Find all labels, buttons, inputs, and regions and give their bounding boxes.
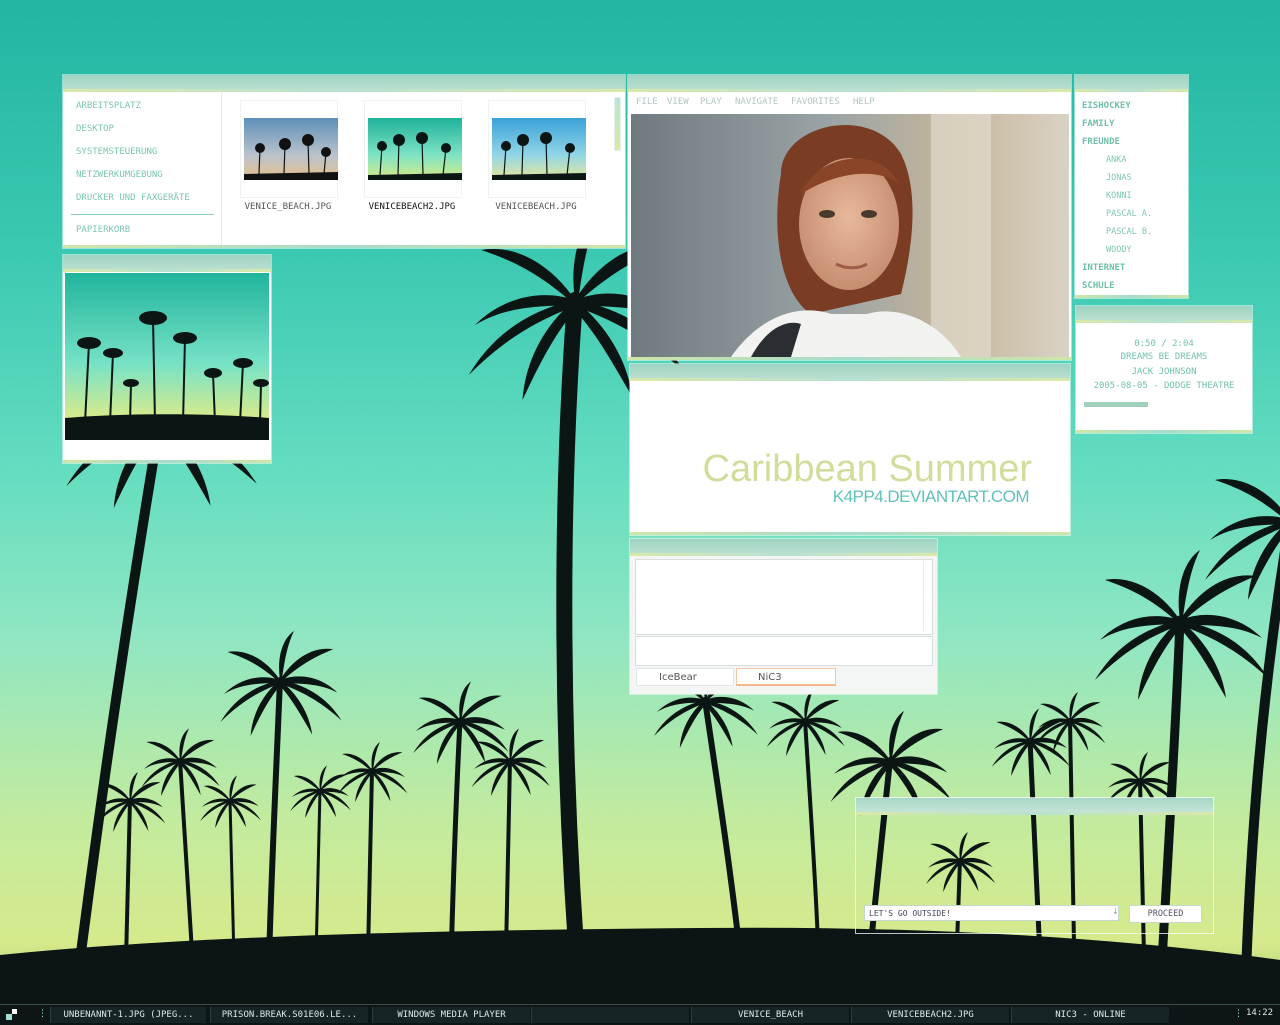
file-thumbnail-venicebeach[interactable] — [488, 100, 586, 198]
explorer-scrollbar[interactable] — [614, 97, 621, 151]
task-empty[interactable] — [531, 1007, 689, 1023]
explorer-titlebar[interactable] — [63, 75, 625, 92]
now-playing-progress-track[interactable] — [1084, 402, 1244, 407]
image-preview-titlebar[interactable] — [63, 255, 271, 272]
favorites-window: EISHOCKEY FAMILY FREUNDE ANKA JONAS KONN… — [1075, 75, 1188, 298]
taskbar-separator-icon: ⋮ — [38, 1009, 47, 1019]
menu-favorites[interactable]: FAVORITES — [791, 97, 840, 107]
tray-separator-icon: ⋮ — [1234, 1009, 1243, 1019]
file-label-venice-beach[interactable]: VENICE_BEACH.JPG — [228, 202, 348, 212]
fav-item-pascal-b[interactable]: PASCAL B. — [1106, 227, 1152, 237]
fav-item-jonas[interactable]: JONAS — [1106, 173, 1132, 183]
task-windows-media-player[interactable]: WINDOWS MEDIA PLAYER — [372, 1007, 530, 1023]
nav-item-systemsteuerung[interactable]: SYSTEMSTEUERUNG — [76, 147, 157, 157]
nav-item-drucker[interactable]: DRUCKER UND FAXGERÄTE — [76, 193, 190, 203]
chat-tab-icebear[interactable]: IceBear — [636, 668, 734, 686]
taskbar: ⋮ UNBENANNT-1.JPG (JPEG... PRISON.BREAK.… — [0, 1004, 1280, 1025]
menu-navigate[interactable]: NAVIGATE — [735, 97, 778, 107]
now-playing-venue: 2005-08-05 - DODGE THEATRE — [1093, 381, 1235, 391]
file-thumbnail-venicebeach2[interactable] — [364, 100, 462, 198]
thumbnail-image — [368, 118, 462, 180]
now-playing-artist: JACK JOHNSON — [1131, 367, 1197, 377]
chat-history-scrollbar[interactable] — [923, 562, 930, 630]
nav-item-netzwerkumgebung[interactable]: NETZWERKUMGEBUNG — [76, 170, 163, 180]
file-label-venicebeach2[interactable]: VENICEBEACH2.JPG — [352, 202, 472, 212]
run-widget-titlebar[interactable] — [856, 798, 1213, 815]
video-frame[interactable] — [631, 114, 1069, 357]
banner-title: Caribbean Summer — [702, 448, 1032, 490]
now-playing-titlebar[interactable] — [1076, 306, 1252, 323]
task-unbenannt[interactable]: UNBENANNT-1.JPG (JPEG... — [50, 1007, 206, 1023]
fav-item-woody[interactable]: WOODY — [1106, 245, 1132, 255]
fav-group-freunde[interactable]: FREUNDE — [1082, 137, 1120, 147]
explorer-nav-pane: ARBEITSPLATZ DESKTOP SYSTEMSTEUERUNG NET… — [63, 92, 222, 245]
chat-titlebar[interactable] — [630, 539, 937, 556]
thumbnail-image — [244, 118, 338, 180]
explorer-window: ARBEITSPLATZ DESKTOP SYSTEMSTEUERUNG NET… — [63, 75, 625, 248]
fav-group-eishockey[interactable]: EISHOCKEY — [1082, 101, 1131, 111]
file-thumbnail-venice-beach[interactable] — [240, 100, 338, 198]
fav-group-schule[interactable]: SCHULE — [1082, 281, 1115, 291]
task-nic3-online[interactable]: NIC3 - ONLINE — [1011, 1007, 1169, 1023]
fav-item-pascal-a[interactable]: PASCAL A. — [1106, 209, 1152, 219]
run-input[interactable]: LET'S GO OUTSIDE! — [864, 905, 1119, 921]
menu-play[interactable]: PLAY — [700, 97, 722, 107]
image-preview-window — [63, 255, 271, 463]
task-venice-beach[interactable]: VENICE_BEACH — [691, 1007, 849, 1023]
image-preview-picture — [65, 273, 269, 440]
media-player-titlebar[interactable] — [628, 75, 1071, 92]
fav-group-internet[interactable]: INTERNET — [1082, 263, 1125, 273]
banner-subtitle: K4PP4.DEVIANTART.COM — [832, 487, 1030, 506]
chat-message-input[interactable] — [635, 636, 933, 666]
chat-window: IceBear NiC3 — [630, 539, 937, 694]
fav-item-konni[interactable]: KONNI — [1106, 191, 1132, 201]
task-prison-break[interactable]: PRISON.BREAK.S01E06.LE... — [210, 1007, 368, 1023]
now-playing-time: 0:50 / 2:04 — [1134, 339, 1194, 349]
menu-view[interactable]: VIEW — [667, 97, 689, 107]
chat-history — [635, 559, 933, 635]
now-playing-track: DREAMS BE DREAMS — [1120, 352, 1208, 362]
banner-window: Caribbean Summer K4PP4.DEVIANTART.COM — [630, 364, 1070, 535]
proceed-button[interactable]: PROCEED — [1129, 905, 1202, 923]
nav-item-arbeitsplatz[interactable]: ARBEITSPLATZ — [76, 101, 141, 111]
banner-titlebar[interactable] — [630, 364, 1070, 381]
task-venicebeach2[interactable]: VENICEBEACH2.JPG — [851, 1007, 1009, 1023]
thumbnail-image — [492, 118, 586, 180]
media-player-window: FILE VIEW PLAY NAVIGATE FAVORITES HELP — [628, 75, 1071, 360]
taskbar-clock[interactable]: 14:22 — [1246, 1008, 1273, 1018]
start-icon[interactable] — [6, 1009, 18, 1021]
favorites-titlebar[interactable] — [1075, 75, 1188, 92]
run-input-dropdown-icon[interactable]: ↓ — [1112, 907, 1119, 916]
nav-item-desktop[interactable]: DESKTOP — [76, 124, 114, 134]
now-playing-progress-fill — [1084, 402, 1148, 407]
run-widget: LET'S GO OUTSIDE! ↓ PROCEED — [855, 797, 1214, 934]
menu-file[interactable]: FILE — [636, 97, 658, 107]
menu-help[interactable]: HELP — [853, 97, 875, 107]
nav-divider — [71, 214, 214, 215]
now-playing-window: 0:50 / 2:04 DREAMS BE DREAMS JACK JOHNSO… — [1076, 306, 1252, 433]
fav-item-anka[interactable]: ANKA — [1106, 155, 1126, 165]
fav-group-family[interactable]: FAMILY — [1082, 119, 1115, 129]
file-label-venicebeach[interactable]: VENICEBEACH.JPG — [476, 202, 596, 212]
nav-item-papierkorb[interactable]: PAPIERKORB — [76, 225, 130, 235]
chat-tab-nic3[interactable]: NiC3 — [736, 668, 836, 686]
